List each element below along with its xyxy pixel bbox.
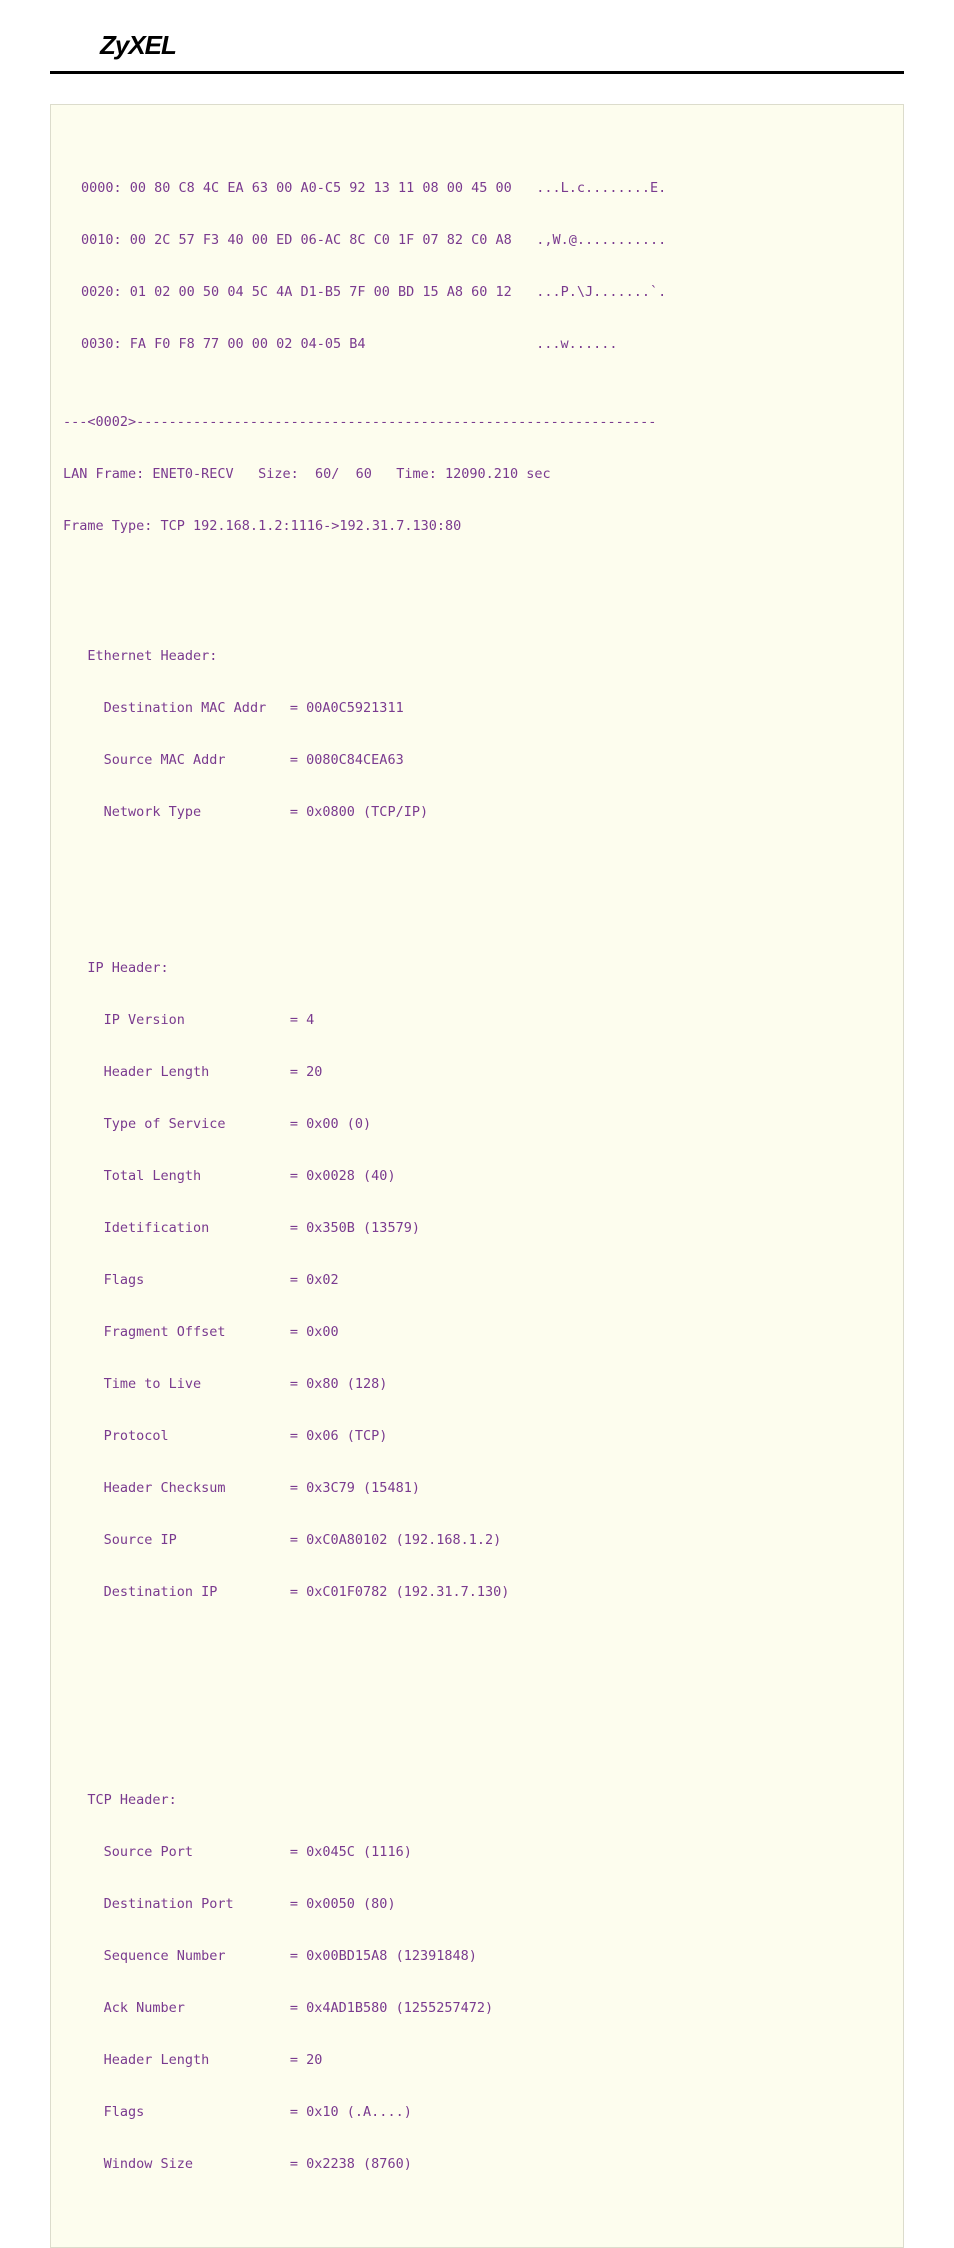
field-val: = 0x80 (128): [290, 1376, 388, 1392]
hex-offset: 0020:: [81, 284, 122, 300]
field-key: Source IP: [104, 1527, 274, 1553]
field-val: = 0x045C (1116): [290, 1844, 412, 1860]
field-val: = 0x3C79 (15481): [290, 1480, 420, 1496]
tcp-header-section: TCP Header: Source Port = 0x045C (1116) …: [63, 1709, 891, 2203]
page-header: ZyXEL: [50, 0, 904, 74]
hex-row: 0020: 01 02 00 50 04 5C 4A D1-B5 7F 00 B…: [81, 279, 891, 305]
field-key: Source MAC Addr: [104, 747, 274, 773]
packet-frame: 0000: 00 80 C8 4C EA 63 00 A0-C5 92 13 1…: [50, 104, 904, 2248]
hex-offset: 0030:: [81, 336, 122, 352]
field-key: Sequence Number: [104, 1943, 274, 1969]
field-val: = 20: [290, 1064, 323, 1080]
section-title: TCP Header:: [87, 1792, 176, 1808]
field-val: = 0x2238 (8760): [290, 2156, 412, 2172]
field-key: Total Length: [104, 1163, 274, 1189]
field-val: = 0x0800 (TCP/IP): [290, 804, 428, 820]
field-val: = 0x02: [290, 1272, 339, 1288]
field-key: Destination MAC Addr: [104, 695, 274, 721]
field-key: Source Port: [104, 1839, 274, 1865]
hex-bytes: 00 2C 57 F3 40 00 ED 06-AC 8C C0 1F 07 8…: [130, 232, 512, 248]
field-key: Destination Port: [104, 1891, 274, 1917]
field-val: = 0xC01F0782 (192.31.7.130): [290, 1584, 509, 1600]
field-val: = 0x06 (TCP): [290, 1428, 388, 1444]
field-key: Time to Live: [104, 1371, 274, 1397]
field-key: IP Version: [104, 1007, 274, 1033]
field-val: = 00A0C5921311: [290, 700, 404, 716]
field-val: = 0xC0A80102 (192.168.1.2): [290, 1532, 501, 1548]
field-val: = 0x00: [290, 1324, 339, 1340]
section-title: IP Header:: [87, 960, 168, 976]
hex-row: 0030: FA F0 F8 77 00 00 02 04-05 B4 ...w…: [81, 331, 891, 357]
field-val: = 0x00 (0): [290, 1116, 371, 1132]
ip-header-section: IP Header: IP Version = 4 Header Length …: [63, 929, 891, 1631]
field-key: Header Length: [104, 2047, 274, 2073]
hex-bytes: 01 02 00 50 04 5C 4A D1-B5 7F 00 BD 15 A…: [130, 284, 512, 300]
field-key: Window Size: [104, 2151, 274, 2177]
field-key: Flags: [104, 2099, 274, 2125]
hex-ascii: ...L.c........E.: [536, 180, 666, 196]
field-val: = 20: [290, 2052, 323, 2068]
hex-ascii: .,W.@...........: [536, 232, 666, 248]
hex-offset: 0000:: [81, 180, 122, 196]
field-val: = 0x00BD15A8 (12391848): [290, 1948, 477, 1964]
frame-divider: ---<0002>-------------------------------…: [63, 409, 891, 435]
field-val: = 0x4AD1B580 (1255257472): [290, 2000, 493, 2016]
hex-bytes: 00 80 C8 4C EA 63 00 A0-C5 92 13 11 08 0…: [130, 180, 512, 196]
field-key: Type of Service: [104, 1111, 274, 1137]
field-val: = 0x0050 (80): [290, 1896, 396, 1912]
field-key: Header Checksum: [104, 1475, 274, 1501]
field-val: = 0x10 (.A....): [290, 2104, 412, 2120]
ethernet-header-section: Ethernet Header: Destination MAC Addr = …: [63, 617, 891, 851]
hex-row: 0010: 00 2C 57 F3 40 00 ED 06-AC 8C C0 1…: [81, 227, 891, 253]
hex-ascii: ...P.\J.......`.: [536, 284, 666, 300]
frame-type-meta: Frame Type: TCP 192.168.1.2:1116->192.31…: [63, 513, 891, 539]
lan-frame-meta: LAN Frame: ENET0-RECV Size: 60/ 60 Time:…: [63, 461, 891, 487]
field-key: Network Type: [104, 799, 274, 825]
section-title: Ethernet Header:: [87, 648, 217, 664]
field-key: Ack Number: [104, 1995, 274, 2021]
field-key: Flags: [104, 1267, 274, 1293]
field-key: Idetification: [104, 1215, 274, 1241]
field-val: = 0080C84CEA63: [290, 752, 404, 768]
field-key: Destination IP: [104, 1579, 274, 1605]
hex-dump: 0000: 00 80 C8 4C EA 63 00 A0-C5 92 13 1…: [81, 149, 891, 383]
brand-logo: ZyXEL: [100, 30, 854, 61]
hex-row: 0000: 00 80 C8 4C EA 63 00 A0-C5 92 13 1…: [81, 175, 891, 201]
field-val: = 4: [290, 1012, 314, 1028]
field-key: Protocol: [104, 1423, 274, 1449]
field-val: = 0x0028 (40): [290, 1168, 396, 1184]
hex-bytes: FA F0 F8 77 00 00 02 04-05 B4: [130, 336, 366, 352]
hex-offset: 0010:: [81, 232, 122, 248]
field-key: Fragment Offset: [104, 1319, 274, 1345]
field-key: Header Length: [104, 1059, 274, 1085]
hex-ascii: ...w......: [536, 336, 617, 352]
field-val: = 0x350B (13579): [290, 1220, 420, 1236]
